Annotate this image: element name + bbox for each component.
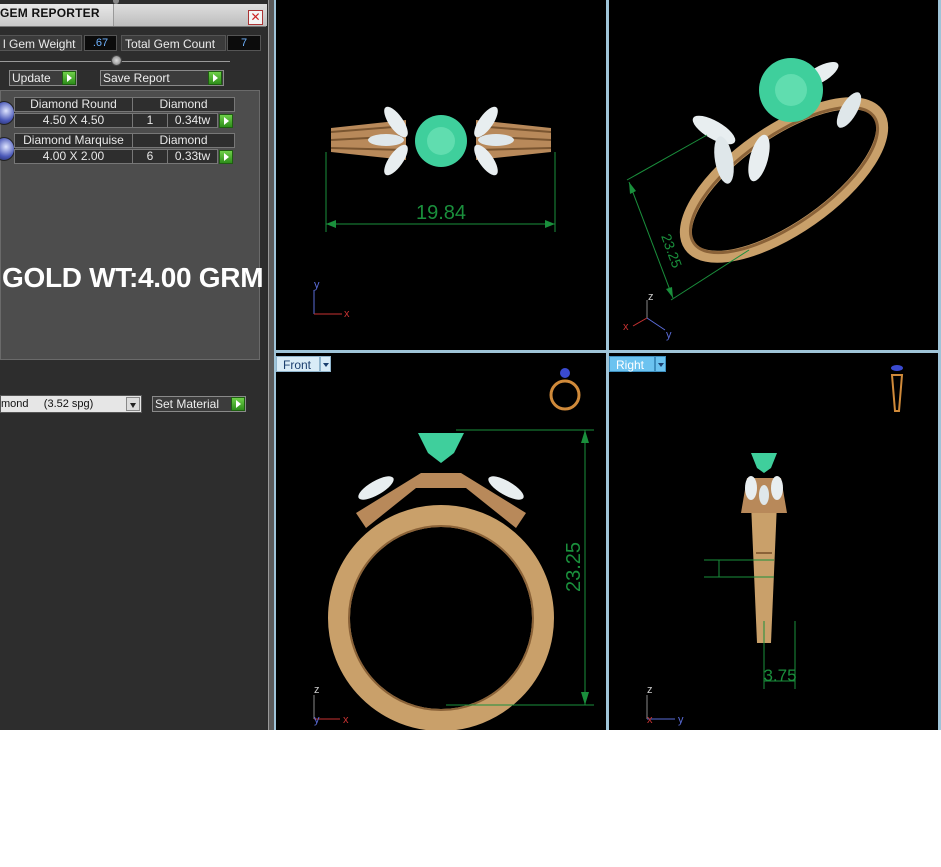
gem-material: Diamond xyxy=(132,97,235,112)
total-gem-count-value: 7 xyxy=(227,35,261,51)
total-gem-count-label: Total Gem Count xyxy=(121,35,226,51)
gem-count: 1 xyxy=(132,113,168,128)
viewport-right[interactable]: Right 3.75 z x y xyxy=(609,353,938,730)
top-dimension-label: 19.84 xyxy=(416,202,466,224)
set-material-button-label: Set Material xyxy=(155,397,220,411)
gem-reporter-panel-body: GEM REPORTER ✕ l Gem Weight .67 Total Ge… xyxy=(0,0,267,730)
axis-x-label: x xyxy=(344,308,350,320)
side-view-icon xyxy=(890,374,904,412)
gem-size: 4.50 X 4.50 xyxy=(14,113,133,128)
axis-x-label: x xyxy=(647,714,653,726)
axis-z-label: z xyxy=(647,684,653,696)
material-select-value: mond (3.52 spg) xyxy=(1,398,94,410)
gem-size: 4.00 X 2.00 xyxy=(14,149,133,164)
right-view-ring: 3.75 z x y xyxy=(646,365,904,726)
set-material-play-icon[interactable] xyxy=(231,397,245,411)
chevron-down-icon[interactable] xyxy=(126,397,140,411)
axis-y-label: y xyxy=(678,714,684,726)
axis-x-label: x xyxy=(343,714,349,726)
axis-x-label: x xyxy=(623,321,629,333)
panel-title: GEM REPORTER xyxy=(0,6,100,20)
total-gem-weight-label: l Gem Weight xyxy=(0,35,82,51)
gem-weight: 0.33tw xyxy=(167,149,218,164)
close-icon[interactable]: ✕ xyxy=(248,10,263,25)
axis-y-label: y xyxy=(314,279,320,291)
right-dimension-label: 3.75 xyxy=(763,666,796,685)
total-gem-weight-value: .67 xyxy=(84,35,117,51)
gem-material: Diamond xyxy=(132,133,235,148)
matrix-jewelry-cad-window: GEM REPORTER ✕ l Gem Weight .67 Total Ge… xyxy=(0,0,941,730)
gold-weight-text: GOLD WT:4.00 GRM xyxy=(2,262,264,293)
front-view-ring: 23.25 z y x xyxy=(313,368,594,730)
axis-z-label: z xyxy=(314,684,320,696)
panel-slider-knob[interactable] xyxy=(111,55,122,66)
material-select[interactable]: mond (3.52 spg) xyxy=(0,395,142,413)
gem-count: 6 xyxy=(132,149,168,164)
top-view-ring: 19.84 y x xyxy=(313,106,556,320)
gem-list: Diamond Round Diamond 4.50 X 4.50 1 0.34… xyxy=(0,90,260,360)
gem-weight: 0.34tw xyxy=(167,113,218,128)
diamond-marquise-icon xyxy=(0,137,15,161)
titlebar-tab-area xyxy=(113,4,267,26)
save-report-play-icon[interactable] xyxy=(208,71,222,85)
gem-row-play-icon[interactable] xyxy=(219,114,233,128)
save-report-button[interactable]: Save Report xyxy=(100,70,224,86)
gem-name: Diamond Round xyxy=(14,97,133,112)
perspective-view-ring: 23.25 z x y xyxy=(623,58,889,341)
gem-reporter-panel: GEM REPORTER ✕ l Gem Weight .67 Total Ge… xyxy=(0,0,268,730)
diamond-round-icon xyxy=(0,101,15,125)
gem-name: Diamond Marquise xyxy=(14,133,133,148)
axis-y-label: y xyxy=(666,329,672,341)
ring-view-icon xyxy=(549,379,581,411)
axis-z-label: z xyxy=(648,291,654,303)
viewport-front[interactable]: Front 23.25 z y x xyxy=(276,353,606,730)
gem-reporter-titlebar: GEM REPORTER ✕ xyxy=(0,4,267,27)
axis-y-label: y xyxy=(314,714,320,726)
update-play-icon[interactable] xyxy=(62,71,76,85)
viewport-perspective[interactable]: 23.25 z x y xyxy=(609,0,938,350)
update-button-label: Update xyxy=(12,71,51,85)
front-dimension-label: 23.25 xyxy=(563,542,585,592)
save-report-button-label: Save Report xyxy=(103,71,170,85)
gem-row-play-icon[interactable] xyxy=(219,150,233,164)
viewport-top[interactable]: 19.84 y x xyxy=(276,0,606,350)
